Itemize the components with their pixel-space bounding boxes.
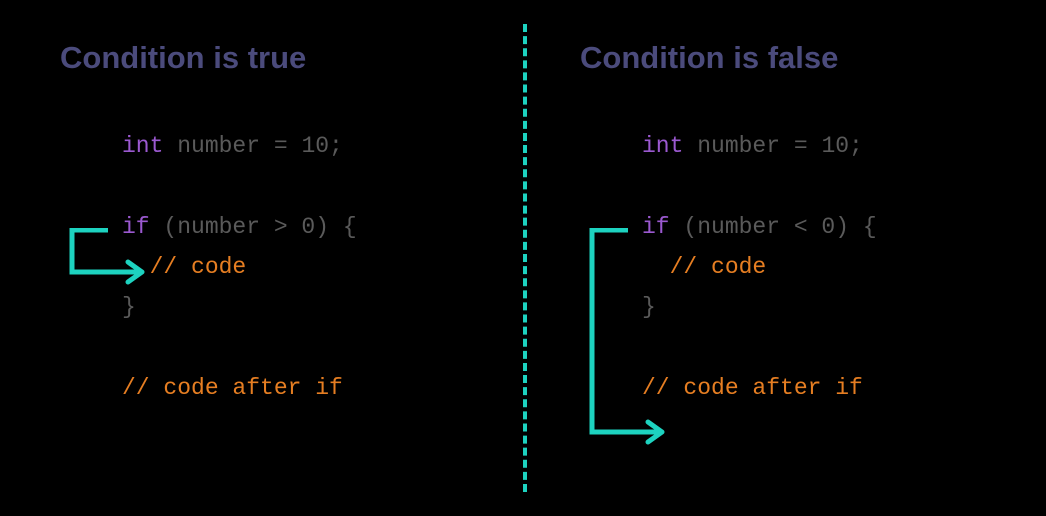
code-block-false: int number = 10; if (number < 0) { // co… — [642, 126, 1010, 408]
comment-code: // code — [150, 254, 247, 280]
code-block-true: int number = 10; if (number > 0) { // co… — [122, 126, 490, 408]
keyword-if: if — [122, 214, 150, 240]
code-text: } — [122, 294, 136, 320]
comment-code: // code — [670, 254, 767, 280]
code-text: (number > 0) { — [150, 214, 357, 240]
panel-condition-false: Condition is false int number = 10; if (… — [580, 40, 1010, 408]
code-text: } — [642, 294, 656, 320]
keyword-if: if — [642, 214, 670, 240]
heading-true: Condition is true — [60, 40, 490, 76]
keyword-int: int — [642, 133, 683, 159]
keyword-int: int — [122, 133, 163, 159]
code-text: (number < 0) { — [670, 214, 877, 240]
heading-false: Condition is false — [580, 40, 1010, 76]
comment-after-if: // code after if — [122, 375, 343, 401]
vertical-divider — [523, 24, 527, 492]
code-text: number = 10; — [683, 133, 862, 159]
panel-condition-true: Condition is true int number = 10; if (n… — [60, 40, 490, 408]
code-text: number = 10; — [163, 133, 342, 159]
comment-after-if: // code after if — [642, 375, 863, 401]
